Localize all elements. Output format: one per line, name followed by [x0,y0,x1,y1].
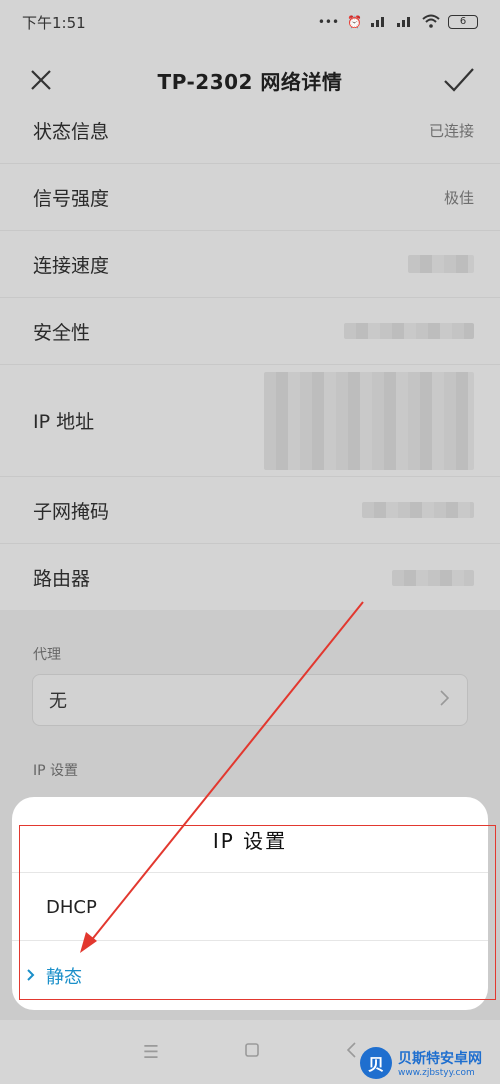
row-label: 状态信息 [33,121,110,143]
chevron-right-icon [439,689,451,712]
row-status: 状态信息 已连接 [0,98,500,164]
row-label: 子网掩码 [33,500,110,523]
network-details-list: 状态信息 已连接 信号强度 极佳 连接速度 安全性 IP 地址 子网掩码 路由器 [0,98,500,611]
proxy-select[interactable]: 无 [32,674,468,726]
status-time: 下午1:51 [22,13,86,32]
proxy-label: 代理 [33,647,61,663]
proxy-value: 无 [49,691,67,712]
battery-icon: 6 [448,15,478,29]
option-static-label: 静态 [46,967,82,988]
row-subnet: 子网掩码 [0,477,500,544]
blurred-value [264,371,474,470]
ip-settings-label: IP 设置 [33,763,79,779]
back-icon[interactable] [345,1041,357,1064]
blurred-value [362,502,474,518]
blurred-value [344,323,474,339]
status-icons: ••• ⏰ 6 [318,14,478,31]
watermark-url: www.zjbstyy.com [398,1068,475,1078]
page-title: TP-2302 网络详情 [157,69,343,94]
sheet-title: IP 设置 [212,829,288,853]
more-dots-icon: ••• [317,15,340,29]
divider [12,872,488,873]
confirm-check-icon[interactable] [442,63,476,97]
row-label: 路由器 [33,568,91,590]
watermark-name: 贝斯特安卓网 [398,1051,482,1067]
alarm-icon: ⏰ [347,15,362,29]
row-router: 路由器 [0,544,500,611]
close-icon[interactable] [24,63,58,97]
chevron-right-icon [26,966,36,987]
blurred-value [408,255,474,273]
row-signal: 信号强度 极佳 [0,164,500,231]
row-value: 极佳 [443,188,474,207]
signal-icon-2 [396,15,414,30]
site-watermark: 贝 贝斯特安卓网 www.zjbstyy.com [360,1042,500,1084]
row-security: 安全性 [0,298,500,365]
row-ip-address: IP 地址 [0,365,500,477]
blurred-value [392,569,474,586]
status-bar: 下午1:51 ••• ⏰ 6 [0,0,500,44]
row-label: IP 地址 [33,411,95,433]
menu-icon[interactable]: ☰ [143,1042,159,1063]
ip-settings-sheet: IP 设置 DHCP 静态 [12,797,488,1010]
watermark-text: 贝斯特安卓网 www.zjbstyy.com [398,1048,482,1078]
watermark-logo: 贝 [360,1047,392,1079]
divider [12,940,488,941]
row-label: 连接速度 [33,254,110,277]
option-dhcp[interactable]: DHCP [46,897,97,918]
row-label: 安全性 [33,321,91,344]
home-icon[interactable] [244,1042,260,1063]
row-value: 已连接 [428,122,474,140]
row-label: 信号强度 [33,187,110,210]
wifi-icon [422,14,440,31]
signal-icon [370,15,388,30]
row-speed: 连接速度 [0,231,500,298]
option-static[interactable]: 静态 [26,963,82,989]
